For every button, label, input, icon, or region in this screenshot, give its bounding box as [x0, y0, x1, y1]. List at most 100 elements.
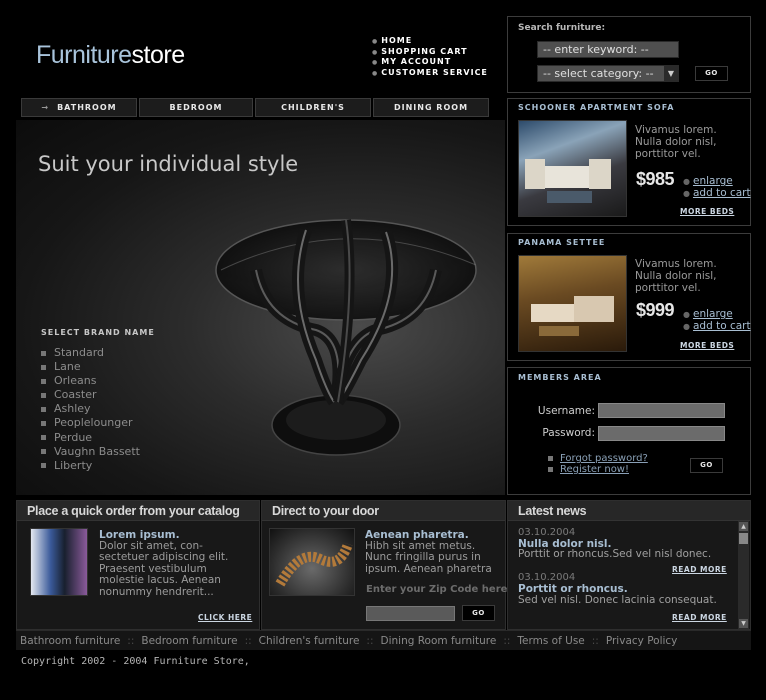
footer-link[interactable]: Bedroom furniture — [141, 635, 237, 647]
register-link[interactable]: Register now! — [548, 464, 629, 475]
tab-bedroom[interactable]: BEDROOM — [139, 98, 253, 117]
nav-home[interactable]: ● HOME — [372, 36, 488, 47]
search-title: Search furniture: — [518, 23, 606, 33]
add-to-cart-link[interactable]: ● add to cart — [683, 320, 751, 333]
tab-bathroom[interactable]: → BATHROOM — [21, 98, 137, 117]
click-here-link[interactable]: CLICK HERE — [198, 613, 252, 622]
product-price: $985 — [636, 169, 675, 189]
brand-item[interactable]: Coaster — [41, 388, 140, 402]
sofa-image — [525, 159, 611, 203]
product-desc-line: porttitor vel. — [635, 282, 701, 294]
nav-shopping-cart[interactable]: ● SHOPPING CART — [372, 47, 488, 58]
chair-image — [275, 542, 353, 587]
bullet-icon: ● — [372, 38, 379, 45]
product-image[interactable] — [518, 120, 627, 217]
square-bullet-icon — [41, 364, 46, 370]
settee-image — [531, 296, 614, 336]
password-field[interactable] — [598, 426, 725, 441]
product-price: $999 — [636, 300, 675, 320]
brand-label: Orleans — [54, 374, 97, 388]
tab-bathroom-label: BATHROOM — [57, 103, 117, 112]
news-date: 03.10.2004 — [518, 527, 576, 538]
more-beds-link[interactable]: MORE BEDS — [680, 341, 734, 350]
forgot-password-link[interactable]: Forgot password? — [548, 453, 648, 464]
read-more-link[interactable]: READ MORE — [672, 565, 727, 574]
delivery-image[interactable] — [269, 528, 355, 596]
forgot-password-label: Forgot password? — [560, 453, 648, 464]
keyword-input[interactable]: -- enter keyword: -- — [537, 41, 679, 58]
brand-item[interactable]: Perdue — [41, 431, 140, 445]
brand-item[interactable]: Lane — [41, 360, 140, 374]
bullet-icon: ● — [372, 69, 379, 77]
nav-home-label: HOME — [381, 36, 413, 45]
brand-item[interactable]: Orleans — [41, 374, 140, 388]
nav-customer-service[interactable]: ● CUSTOMER SERVICE — [372, 68, 488, 79]
read-more-link[interactable]: READ MORE — [672, 613, 727, 622]
footer-link[interactable]: Bathroom furniture — [20, 635, 120, 647]
news-text: Porttit or rhoncus.Sed vel nisl donec. — [518, 548, 712, 560]
tab-dining-room[interactable]: DINING ROOM — [373, 98, 489, 117]
logo-part-furniture: Furniture — [36, 41, 132, 69]
zip-input[interactable] — [366, 606, 455, 621]
footer-link[interactable]: Dining Room furniture — [381, 635, 497, 647]
footer-links: Bathroom furniture:: Bedroom furniture:: C… — [16, 630, 751, 650]
delivery-line: ipsum. Aenean pharetra — [365, 562, 492, 575]
scroll-up-icon[interactable]: ▲ — [739, 522, 748, 531]
brand-item[interactable]: Vaughn Bassett — [41, 445, 140, 459]
more-beds-link[interactable]: MORE BEDS — [680, 207, 734, 216]
username-label: Username: — [537, 405, 595, 417]
chevron-down-icon: ▼ — [664, 66, 678, 81]
footer-link[interactable]: Privacy Policy — [606, 635, 678, 647]
square-bullet-icon — [548, 466, 553, 472]
members-title: MEMBERS AREA — [518, 373, 602, 382]
scroll-thumb[interactable] — [739, 533, 748, 544]
product-desc-line: Vivamus lorem. — [635, 258, 717, 270]
brand-label: Ashley — [54, 402, 91, 416]
footer-separator: :: — [366, 635, 374, 647]
enlarge-link-label: enlarge — [692, 308, 733, 320]
brand-item[interactable]: Liberty — [41, 459, 140, 473]
product-title: PANAMA SETTEE — [518, 238, 606, 247]
scroll-down-icon[interactable]: ▼ — [739, 619, 748, 628]
brand-item[interactable]: Ashley — [41, 402, 140, 416]
top-navigation: ● HOME ● SHOPPING CART ● MY ACCOUNT ● CUSTOM… — [372, 36, 488, 78]
delivery-text: Hibh sit amet metus. Nunc fringilla puru… — [365, 540, 492, 575]
logo-part-store: store — [131, 41, 186, 69]
arrow-icon: → — [41, 103, 50, 112]
catalog-heading: Place a quick order from your catalog — [17, 501, 259, 521]
product-title: SCHOONER APARTMENT SOFA — [518, 103, 675, 112]
password-label: Password: — [542, 427, 595, 439]
tab-childrens-label: CHILDREN'S — [281, 103, 345, 112]
brand-select-title: SELECT BRAND NAME — [41, 328, 155, 337]
square-bullet-icon — [41, 449, 46, 455]
add-to-cart-link[interactable]: ● add to cart — [683, 187, 751, 200]
footer-link[interactable]: Children's furniture — [259, 635, 360, 647]
store-logo[interactable]: Furniturestore — [36, 40, 185, 70]
username-field[interactable] — [598, 403, 725, 418]
footer-separator: :: — [244, 635, 252, 647]
nav-my-account[interactable]: ● MY ACCOUNT — [372, 57, 488, 68]
brand-item[interactable]: Standard — [41, 346, 140, 360]
catalog-text: Dolor sit amet, con- sectetuer adipiscin… — [99, 540, 228, 598]
news-date: 03.10.2004 — [518, 572, 576, 583]
square-bullet-icon — [548, 455, 553, 461]
search-go-button[interactable]: GO — [695, 66, 728, 81]
login-go-button[interactable]: GO — [690, 458, 723, 473]
product-desc-line: Nulla dolor nisl, — [635, 270, 717, 282]
nav-shopping-cart-label: SHOPPING CART — [381, 46, 468, 56]
catalog-line: molestie lacus. Aenean — [99, 574, 221, 587]
news-scrollbar[interactable]: ▲ ▼ — [738, 521, 749, 629]
bullet-icon: ● — [683, 322, 690, 331]
product-image[interactable] — [518, 255, 627, 352]
brand-item[interactable]: Peoplelounger — [41, 416, 140, 430]
news-heading: Latest news — [508, 501, 750, 521]
footer-separator: :: — [591, 635, 599, 647]
zip-go-button[interactable]: GO — [462, 605, 495, 621]
tab-childrens[interactable]: CHILDREN'S — [255, 98, 371, 117]
footer-link[interactable]: Terms of Use — [517, 635, 584, 647]
square-bullet-icon — [41, 406, 46, 412]
brand-label: Standard — [54, 346, 105, 359]
category-select[interactable]: -- select category: -- ▼ — [537, 65, 679, 82]
brand-label: Liberty — [54, 458, 93, 472]
catalog-image[interactable] — [30, 528, 88, 596]
